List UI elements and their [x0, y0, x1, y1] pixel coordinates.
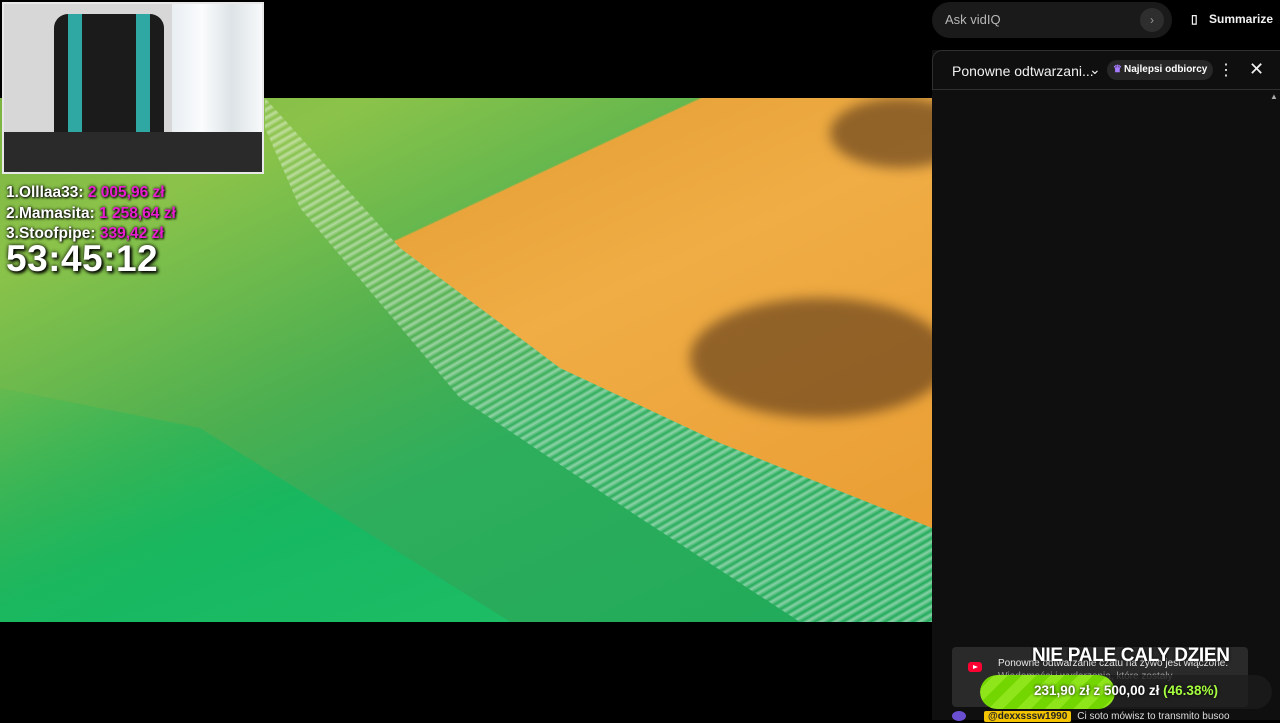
donation-goal-bar: 231,90 zł z 500,00 zł (46.38%)	[980, 675, 1272, 709]
video-frame[interactable]	[0, 98, 932, 622]
video-shadow	[690, 298, 932, 418]
chat-username[interactable]: @dexxsssw1990	[984, 711, 1072, 722]
ask-vidiq-input[interactable]: Ask vidIQ ›	[932, 2, 1172, 38]
crown-icon: ♛	[1113, 64, 1122, 75]
close-icon[interactable]: ✕	[1249, 59, 1264, 80]
ask-vidiq-placeholder: Ask vidIQ	[945, 12, 1001, 27]
webcam-overlay	[2, 2, 264, 174]
chat-mode-title[interactable]: Ponowne odtwarzani...	[952, 63, 1094, 79]
chat-message: @dexxsssw1990 Ci soto mówisz to transmito…	[952, 711, 1280, 723]
stream-timer: 53:45:12	[6, 238, 159, 279]
goal-progress-text: 231,90 zł z 500,00 zł (46.38%)	[1034, 683, 1218, 698]
summarize-button[interactable]: ▯ Summarize	[1191, 12, 1273, 26]
donation-leaderboard: 1.Olllaa33: 2 005,96 zł 2.Mamasita: 1 25…	[6, 183, 176, 245]
video-player[interactable]: 1.Olllaa33: 2 005,96 zł 2.Mamasita: 1 25…	[0, 0, 932, 720]
chevron-down-icon[interactable]: ⌄	[1089, 61, 1101, 78]
scroll-up-arrow-icon[interactable]: ▲	[1270, 92, 1278, 101]
leaderboard-row: 1.Olllaa33: 2 005,96 zł	[6, 184, 165, 201]
chat-sidebar: Ask vidIQ › ▯ Summarize Ponowne odtwarzan…	[932, 0, 1280, 723]
chevron-right-icon[interactable]: ›	[1140, 8, 1164, 32]
chat-message-text: Ci soto mówisz to transmito busoo	[1077, 711, 1230, 722]
more-options-icon[interactable]: ⋮	[1218, 60, 1234, 80]
book-icon: ▯	[1191, 12, 1198, 26]
youtube-icon	[968, 662, 982, 672]
goal-title: NIE PALE CALY DZIEN	[1032, 645, 1230, 666]
vidiq-bar: Ask vidIQ › ▯ Summarize	[932, 0, 1280, 50]
top-fans-badge[interactable]: ♛ Najlepsi odbiorcy	[1107, 60, 1214, 80]
leaderboard-row: 2.Mamasita: 1 258,64 zł	[6, 204, 176, 222]
chat-header: Ponowne odtwarzani... ⌄ ♛ Najlepsi odbior…	[932, 50, 1280, 90]
webcam-desk	[4, 132, 262, 172]
